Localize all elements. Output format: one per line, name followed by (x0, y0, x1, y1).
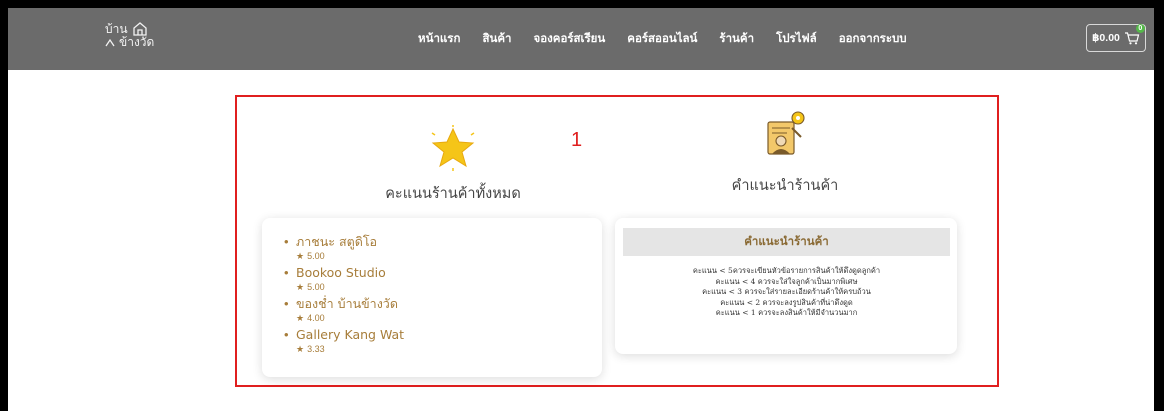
star-icon (431, 125, 475, 171)
shop-name[interactable]: ของช่ำ บ้านข้างวัด (296, 296, 602, 312)
roof-icon (105, 38, 115, 47)
rating-star-icon: ★ (296, 251, 305, 261)
rating-star-icon: ★ (296, 282, 305, 292)
cart-count-badge: 0 (1135, 24, 1145, 33)
rating-value: 5.00 (307, 282, 325, 292)
list-item[interactable]: Bookoo Studio ★ 5.00 (284, 265, 602, 294)
menu-item-home[interactable]: หน้าแรก (418, 30, 460, 48)
advice-title: คำแนะนำร้านค้า (731, 178, 839, 194)
rating-star-icon: ★ (296, 313, 305, 323)
menu-item-shops[interactable]: ร้านค้า (719, 30, 754, 48)
menu-item-profile[interactable]: โปรไฟล์ (776, 30, 817, 48)
annotation-marker: 1 (571, 129, 583, 151)
list-item[interactable]: ของช่ำ บ้านข้างวัด ★ 4.00 (284, 296, 602, 325)
menu-item-book-course[interactable]: จองคอร์สเรียน (533, 30, 605, 48)
top-navbar: บ้าน ข้างวัด หน้าแรก สินค้า จองคอร์สเรีย… (8, 8, 1154, 70)
cart-icon: 0 (1124, 24, 1145, 45)
advice-line: คะแนน < 2 ควรจะลงรูปสินค้าที่น่าดึงดูด (720, 297, 853, 307)
advice-line: คะแนน < 5ควรจะเขียนหัวข้อรายการสินค้าให้… (692, 266, 881, 275)
shop-rating: ★ 4.00 (296, 312, 602, 325)
menu-item-products[interactable]: สินค้า (482, 30, 511, 48)
rating-star-icon: ★ (296, 344, 305, 354)
house-icon (132, 22, 147, 36)
advice-line: คะแนน < 4 ควรจะใส่ใจลูกค้าเป็นมากพิเศษ (715, 276, 858, 286)
logo-text-bottom: ข้างวัด (119, 35, 155, 49)
menu-item-logout[interactable]: ออกจากระบบ (839, 30, 907, 48)
advisor-icon (767, 111, 805, 155)
logo-text-top: บ้าน (105, 21, 128, 36)
cart-total: ฿0.00 (1092, 32, 1120, 44)
menu-item-online-course[interactable]: คอร์สออนไลน์ (627, 30, 697, 48)
advice-line: คะแนน < 3 ควรจะใส่รายละเอียดร้านค้าให้คร… (702, 287, 871, 296)
shop-name[interactable]: Gallery Kang Wat (296, 327, 602, 343)
shop-rating: ★ 3.33 (296, 343, 602, 356)
page-frame: บ้าน ข้างวัด หน้าแรก สินค้า จองคอร์สเรีย… (8, 8, 1154, 411)
ratings-card: ภาชนะ สตูดิโอ ★ 5.00 Bookoo Studio ★ 5.0… (262, 218, 602, 377)
shop-name[interactable]: ภาชนะ สตูดิโอ (296, 234, 602, 250)
cart-button[interactable]: ฿0.00 0 (1086, 24, 1146, 52)
shop-rating: ★ 5.00 (296, 250, 602, 263)
shop-name[interactable]: Bookoo Studio (296, 265, 602, 281)
advice-list: คะแนน < 5ควรจะเขียนหัวข้อรายการสินค้าให้… (623, 266, 950, 319)
advice-line: คะแนน < 1 ควรจะลงสินค้าให้มีจำนวนมาก (715, 308, 858, 317)
shop-rating: ★ 5.00 (296, 281, 602, 294)
ratings-header: คะแนนร้านค้าทั้งหมด (353, 125, 553, 205)
advice-card-title: คำแนะนำร้านค้า (623, 228, 950, 256)
rating-value: 4.00 (307, 313, 325, 323)
advice-header: คำแนะนำร้านค้า (685, 108, 885, 197)
site-logo[interactable]: บ้าน ข้างวัด (105, 22, 154, 49)
main-menu: หน้าแรก สินค้า จองคอร์สเรียน คอร์สออนไลน… (418, 8, 907, 70)
list-item[interactable]: ภาชนะ สตูดิโอ ★ 5.00 (284, 234, 602, 263)
rating-value: 3.33 (307, 344, 325, 354)
rating-value: 5.00 (307, 251, 325, 261)
advice-card: คำแนะนำร้านค้า คะแนน < 5ควรจะเขียนหัวข้อ… (615, 218, 957, 354)
list-item[interactable]: Gallery Kang Wat ★ 3.33 (284, 327, 602, 356)
ratings-title: คะแนนร้านค้าทั้งหมด (385, 186, 521, 202)
shop-list: ภาชนะ สตูดิโอ ★ 5.00 Bookoo Studio ★ 5.0… (262, 218, 602, 356)
